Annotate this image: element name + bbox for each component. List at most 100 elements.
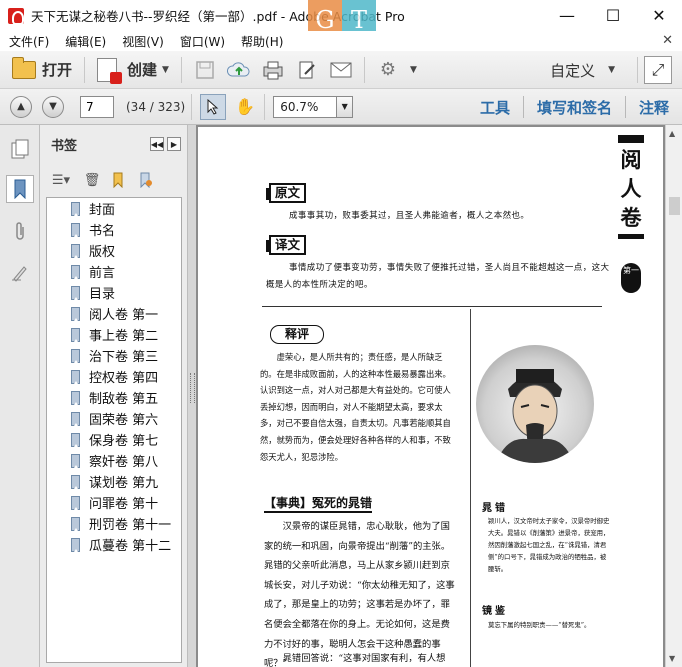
volume-title-char: 卷 [620, 205, 642, 230]
collapse-panel-icon[interactable]: ◀◀ [150, 137, 164, 151]
bookmark-icon [71, 432, 80, 447]
bookmark-label: 前言 [89, 266, 116, 281]
zoom-dropdown-icon[interactable]: ▼ [337, 95, 354, 118]
menu-edit[interactable]: 编辑(E) [57, 33, 114, 50]
bookmark-label: 问罪卷 第十 [89, 497, 159, 512]
shidian-next-line: 晁错回答说：“这事对国家有利，有人想 [282, 653, 446, 664]
bookmark-item[interactable]: 事上卷 第二 [47, 324, 181, 345]
bookmark-item[interactable]: 刑罚卷 第十一 [47, 513, 181, 534]
bookmark-icon [71, 264, 80, 279]
volume-title-char: 阅 [620, 147, 642, 172]
close-document-icon[interactable]: ✕ [662, 33, 673, 48]
bookmark-label: 固荣卷 第六 [89, 413, 159, 428]
bookmark-label: 目录 [89, 287, 116, 302]
toolbar-separator [84, 56, 86, 83]
shidian-text: 汉景帝的谋臣晁错，忠心耿耿，他为了国家的统一和巩固，向景帝提出“削藩”的主张。晁… [264, 521, 455, 667]
bookmark-item[interactable]: 瓜蔓卷 第十二 [47, 534, 181, 555]
new-bookmark-icon[interactable] [108, 169, 130, 191]
pdf-page: 阅 人 卷 第一 原文 成事事其功，败事委其过，且圣人弗能逾者，概人之本然也。 … [198, 127, 663, 667]
fullscreen-icon[interactable]: ⤢ [644, 56, 672, 84]
bookmark-item[interactable]: 谋划卷 第九 [47, 471, 181, 492]
scroll-down-icon[interactable]: ▼ [669, 654, 675, 663]
bookmark-item[interactable]: 固荣卷 第六 [47, 408, 181, 429]
email-icon[interactable] [328, 57, 354, 83]
menu-window[interactable]: 窗口(W) [172, 33, 233, 50]
page-thumbnails-icon[interactable] [6, 135, 34, 163]
chevron-down-icon[interactable]: ▼ [410, 65, 417, 75]
bookmark-icon [71, 222, 80, 237]
chevron-down-icon[interactable]: ▼ [608, 65, 615, 75]
bookmark-item[interactable]: 察奸卷 第八 [47, 450, 181, 471]
bookmark-item[interactable]: 保身卷 第七 [47, 429, 181, 450]
navigation-rail [0, 125, 40, 667]
gear-icon[interactable]: ⚙ [375, 57, 401, 83]
mirror-note-title: 镜鉴 [482, 606, 508, 617]
bookmark-icon [71, 369, 80, 384]
bookmark-item[interactable]: 版权 [47, 240, 181, 261]
menu-help[interactable]: 帮助(H) [233, 33, 291, 50]
previous-page-button[interactable]: ▲ [10, 95, 32, 118]
print-icon[interactable] [260, 57, 286, 83]
create-pdf-icon [97, 57, 123, 84]
bookmark-item[interactable]: 阅人卷 第一 [47, 303, 181, 324]
minimize-button[interactable]: — [544, 0, 590, 31]
create-button[interactable]: 创建 ▼ [91, 55, 175, 85]
select-tool-icon[interactable] [200, 93, 227, 120]
bookmark-label: 阅人卷 第一 [89, 308, 159, 323]
bookmark-label: 版权 [89, 245, 116, 260]
panel-options-icon[interactable]: ▶ [167, 137, 181, 151]
cloud-upload-icon[interactable] [226, 57, 252, 83]
save-icon[interactable] [192, 57, 218, 83]
tagged-bookmark-icon[interactable] [135, 169, 157, 191]
bookmark-icon [71, 474, 80, 489]
bookmarks-toolbar: ☰▾ 🗑 [40, 163, 187, 197]
toolbar-right: 自定义 ▼ ⤢ [550, 51, 682, 89]
scrollbar-thumb[interactable] [669, 197, 680, 215]
panel-links: 工具 填写和签名 注释 [467, 89, 682, 125]
next-page-button[interactable]: ▼ [42, 95, 64, 118]
hand-tool-icon[interactable]: ✋ [232, 94, 258, 120]
close-button[interactable]: ✕ [636, 0, 682, 31]
bookmark-item[interactable]: 控权卷 第四 [47, 366, 181, 387]
vertical-scrollbar[interactable]: ▲ ▼ [665, 125, 682, 667]
attachments-icon[interactable] [6, 217, 34, 245]
bookmark-icon [71, 243, 80, 258]
bookmark-item[interactable]: 封面 [47, 198, 181, 219]
chevron-down-icon: ▼ [162, 64, 169, 75]
panel-resize-handle[interactable] [188, 125, 196, 667]
menu-view[interactable]: 视图(V) [114, 33, 172, 50]
customize-dropdown[interactable]: 自定义 [550, 60, 595, 81]
bookmark-label: 事上卷 第二 [89, 329, 159, 344]
signatures-icon[interactable] [6, 259, 34, 287]
bookmarks-icon[interactable] [6, 175, 34, 203]
scroll-up-icon[interactable]: ▲ [669, 129, 675, 138]
yuanwen-text: 成事事其功，败事委其过，且圣人弗能逾者，概人之本然也。 [289, 211, 530, 221]
menu-file[interactable]: 文件(F) [0, 33, 57, 50]
zoom-input[interactable]: 60.7% [273, 95, 338, 118]
document-viewport: 阅 人 卷 第一 原文 成事事其功，败事委其过，且圣人弗能逾者，概人之本然也。 … [196, 125, 682, 667]
open-button[interactable]: 打开 [6, 55, 78, 85]
column-divider [470, 309, 471, 667]
yiwen-label: 译文 [265, 235, 307, 255]
edit-document-icon[interactable] [294, 57, 320, 83]
bookmark-item[interactable]: 制敌卷 第五 [47, 387, 181, 408]
bookmark-item[interactable]: 前言 [47, 261, 181, 282]
bookmark-icon [71, 495, 80, 510]
fill-sign-panel-link[interactable]: 填写和签名 [524, 97, 625, 118]
page-count: (34 / 323) [126, 99, 186, 114]
page-number-input[interactable] [80, 95, 114, 118]
navigation-toolbar: ▲ ▼ (34 / 323) ✋ 60.7% ▼ 工具 填写和签名 注释 [0, 89, 682, 125]
bookmark-item[interactable]: 问罪卷 第十 [47, 492, 181, 513]
maximize-button[interactable]: ☐ [590, 0, 636, 31]
comment-panel-link[interactable]: 注释 [626, 97, 682, 118]
bookmark-item[interactable]: 目录 [47, 282, 181, 303]
bookmark-item[interactable]: 治下卷 第三 [47, 345, 181, 366]
trash-icon[interactable]: 🗑 [81, 169, 103, 191]
bookmark-item[interactable]: 书名 [47, 219, 181, 240]
acrobat-app-icon [8, 7, 24, 25]
tools-panel-link[interactable]: 工具 [467, 97, 523, 118]
bookmark-label: 谋划卷 第九 [89, 476, 159, 491]
bookmark-options-icon[interactable]: ☰▾ [46, 169, 76, 191]
bookmark-icon [71, 327, 80, 342]
yiwen-text: 事情成功了便事变功劳，事情失败了便推托过错，圣人尚且不能超越这一点，这大概是人的… [266, 263, 610, 290]
